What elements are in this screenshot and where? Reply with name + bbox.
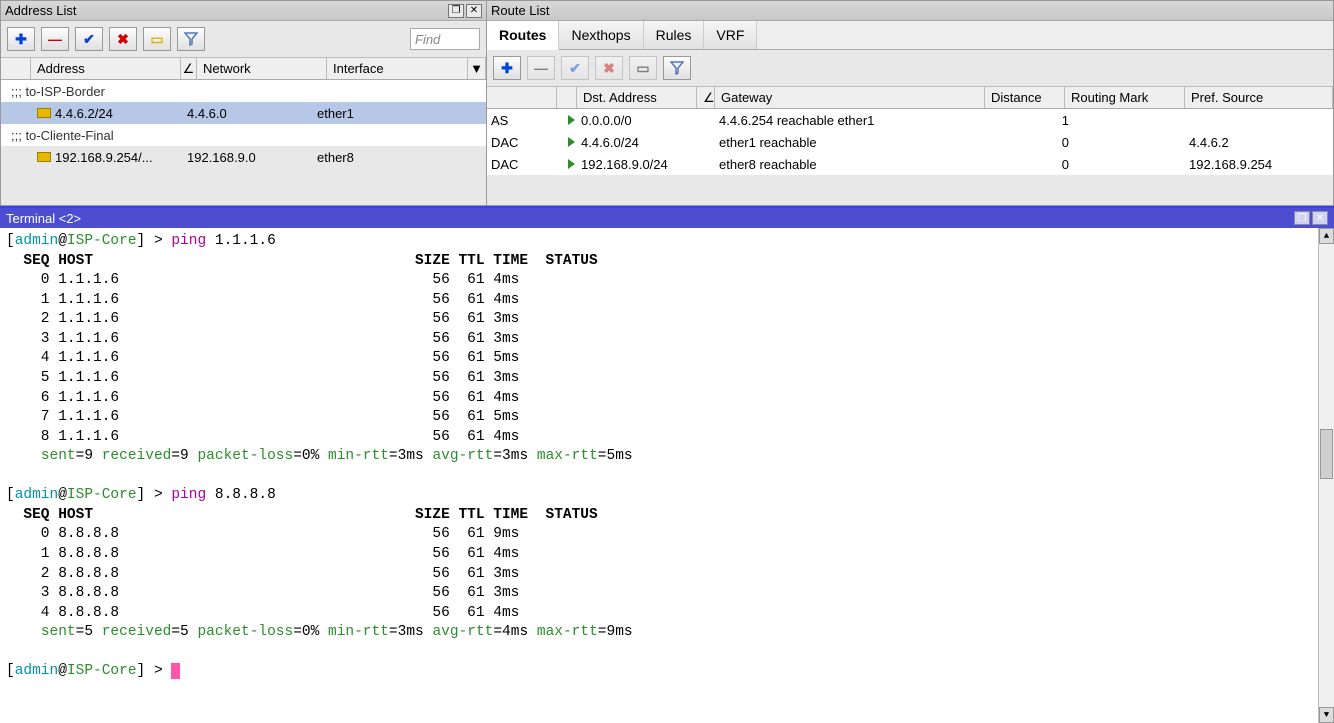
restore-icon[interactable]: ❐ [1294, 211, 1310, 225]
find-input[interactable]: Find [410, 28, 480, 50]
route-active-icon [568, 137, 575, 147]
route-row[interactable]: AS0.0.0.0/04.4.6.254 reachable ether11 [487, 109, 1333, 131]
scroll-down-button[interactable]: ▼ [1319, 707, 1334, 723]
funnel-icon [670, 61, 684, 75]
pref-source-column-header[interactable]: Pref. Source [1185, 87, 1333, 108]
scrollbar-thumb[interactable] [1320, 429, 1333, 479]
route-row[interactable]: DAC4.4.6.0/24ether1 reachable04.4.6.2 [487, 131, 1333, 153]
interface-column-header[interactable]: Interface [327, 58, 468, 79]
address-title: Address List [5, 3, 446, 18]
close-icon[interactable]: ✕ [1312, 211, 1328, 225]
remove-button[interactable]: — [41, 27, 69, 51]
add-route-button[interactable]: ✚ [493, 56, 521, 80]
disable-route-button[interactable]: ✖ [595, 56, 623, 80]
enable-button[interactable]: ✔ [75, 27, 103, 51]
tab-routes[interactable]: Routes [487, 21, 559, 50]
tab-vrf[interactable]: VRF [704, 21, 757, 49]
terminal-output: [admin@ISP-Core] > ping 1.1.1.6 SEQ HOST… [6, 232, 1328, 682]
route-flag-column-header[interactable] [487, 87, 557, 108]
tab-nexthops[interactable]: Nexthops [559, 21, 643, 49]
close-icon[interactable]: ✕ [466, 4, 482, 18]
route-row[interactable]: DAC192.168.9.0/24ether8 reachable0192.16… [487, 153, 1333, 175]
restore-icon[interactable]: ❐ [448, 4, 464, 18]
terminal-body[interactable]: ▲ ▼ [admin@ISP-Core] > ping 1.1.1.6 SEQ … [0, 228, 1334, 723]
route-title-bar[interactable]: Route List [487, 1, 1333, 21]
address-toolbar: ✚ — ✔ ✖ ▭ Find [1, 21, 486, 58]
route-toolbar: ✚ — ✔ ✖ ▭ [487, 50, 1333, 87]
distance-column-header[interactable]: Distance [985, 87, 1065, 108]
address-table-body: ;;; to-ISP-Border4.4.6.2/244.4.6.0ether1… [1, 80, 486, 168]
address-comment-row[interactable]: ;;; to-ISP-Border [1, 80, 486, 102]
address-tag-icon [37, 152, 51, 162]
filter-route-button[interactable] [663, 56, 691, 80]
comment-button[interactable]: ▭ [143, 27, 171, 51]
scrollbar-track[interactable] [1319, 244, 1334, 707]
column-menu-button[interactable]: ▼ [468, 58, 486, 79]
terminal-title-bar[interactable]: Terminal <2> ❐ ✕ [0, 208, 1334, 228]
gateway-column-header[interactable]: Gateway [715, 87, 985, 108]
route-title: Route List [491, 3, 1329, 18]
route-active-icon [568, 115, 575, 125]
funnel-icon [184, 32, 198, 46]
route-tabs: RoutesNexthopsRulesVRF [487, 21, 1333, 50]
tab-rules[interactable]: Rules [644, 21, 705, 49]
cursor [171, 663, 180, 679]
sort-indicator[interactable]: ∠ [181, 58, 197, 79]
route-active-icon [568, 159, 575, 169]
route-status-column-header[interactable] [557, 87, 577, 108]
flag-column-header[interactable] [1, 58, 31, 79]
network-column-header[interactable]: Network [197, 58, 327, 79]
address-comment-row[interactable]: ;;; to-Cliente-Final [1, 124, 486, 146]
dst-address-column-header[interactable]: Dst. Address [577, 87, 697, 108]
route-table-body: AS0.0.0.0/04.4.6.254 reachable ether11DA… [487, 109, 1333, 175]
sort-indicator[interactable]: ∠ [697, 87, 715, 108]
terminal-title: Terminal <2> [6, 211, 1292, 226]
enable-route-button[interactable]: ✔ [561, 56, 589, 80]
add-button[interactable]: ✚ [7, 27, 35, 51]
address-table-header: Address ∠ Network Interface ▼ [1, 58, 486, 80]
remove-route-button[interactable]: — [527, 56, 555, 80]
terminal-window: Terminal <2> ❐ ✕ ▲ ▼ [admin@ISP-Core] > … [0, 206, 1334, 723]
scroll-up-button[interactable]: ▲ [1319, 228, 1334, 244]
filter-button[interactable] [177, 27, 205, 51]
disable-button[interactable]: ✖ [109, 27, 137, 51]
terminal-scrollbar[interactable]: ▲ ▼ [1318, 228, 1334, 723]
comment-route-button[interactable]: ▭ [629, 56, 657, 80]
address-title-bar[interactable]: Address List ❐ ✕ [1, 1, 486, 21]
route-table-header: Dst. Address ∠ Gateway Distance Routing … [487, 87, 1333, 109]
route-list-window: Route List RoutesNexthopsRulesVRF ✚ — ✔ … [487, 0, 1334, 206]
address-list-window: Address List ❐ ✕ ✚ — ✔ ✖ ▭ Find Address … [0, 0, 487, 206]
address-row[interactable]: 4.4.6.2/244.4.6.0ether1 [1, 102, 486, 124]
address-column-header[interactable]: Address [31, 58, 181, 79]
address-row[interactable]: 192.168.9.254/...192.168.9.0ether8 [1, 146, 486, 168]
routing-mark-column-header[interactable]: Routing Mark [1065, 87, 1185, 108]
address-tag-icon [37, 108, 51, 118]
